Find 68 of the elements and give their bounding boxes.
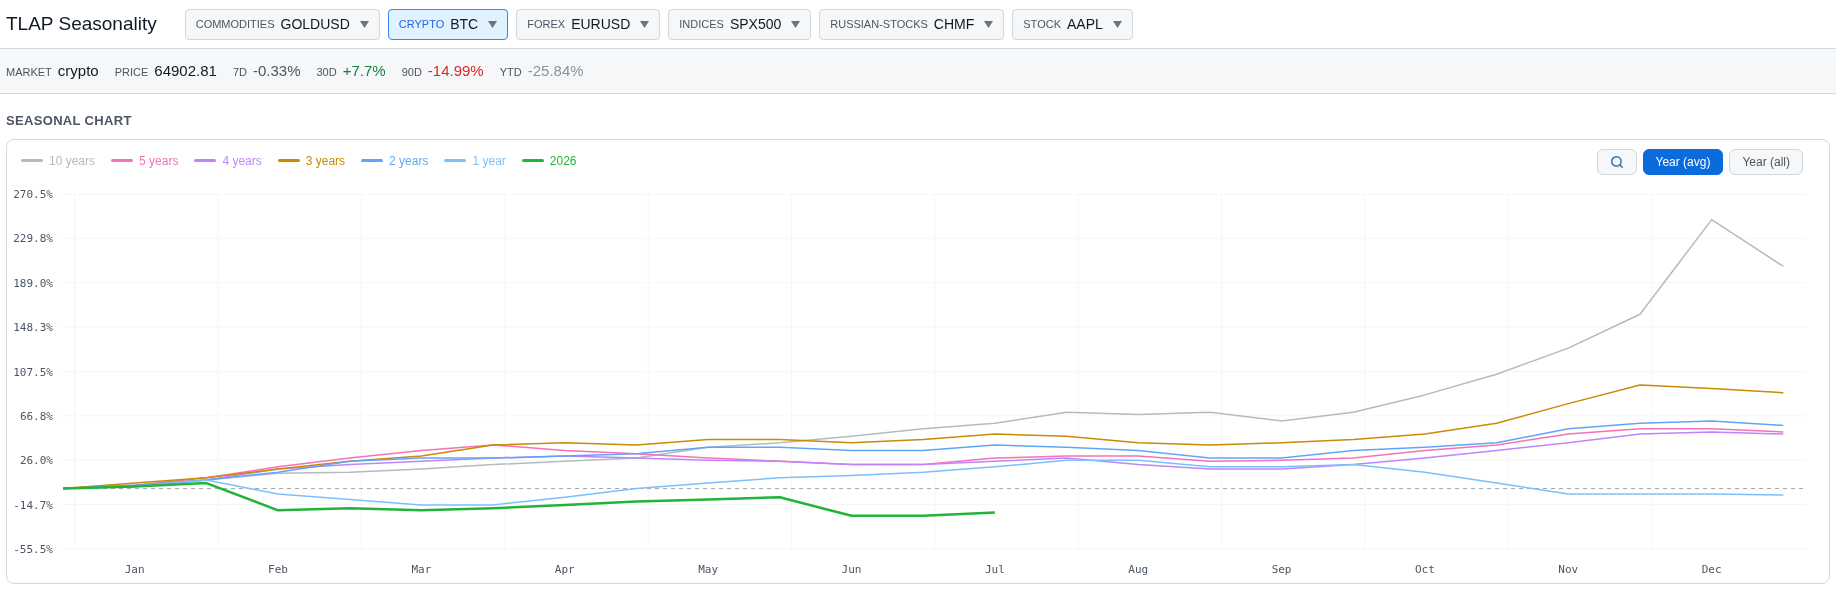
view-toggle-button[interactable]: Year (avg) [1642,148,1724,175]
x-axis-label: Jul [984,562,1005,576]
y-axis-label: -55.5% [13,542,53,556]
x-axis-label: May [698,562,719,576]
y-axis-label: 26.0% [19,453,53,467]
x-axis-label: Nov [1558,562,1579,576]
stat-value: -25.84% [527,60,584,81]
y-axis-label: 107.5% [13,365,53,378]
y-axis-label: 148.3% [13,320,53,334]
market-dropdown[interactable]: RUSSIAN-STOCKS CHMF [819,8,1005,40]
market-label: INDICES [679,16,724,32]
market-dropdown[interactable]: CRYPTO BTC [387,8,509,40]
stat-value: 64902.81 [154,60,217,81]
x-axis-label: Jan [124,562,145,576]
x-axis-label: Jun [841,562,862,576]
legend-item[interactable]: 2 years [361,151,429,170]
market-symbol: CHMF [933,14,975,34]
x-axis-label: Sep [1271,562,1292,576]
x-axis-label: Feb [268,562,288,576]
y-axis-label: 270.5% [13,187,53,201]
view-toggle-button[interactable]: Year (all) [1729,148,1803,175]
legend-item[interactable]: 5 years [111,151,179,170]
stat-label: MARKET [6,64,52,80]
market-dropdown[interactable]: STOCK AAPL [1012,8,1133,40]
caret-icon [984,20,994,28]
market-label: CRYPTO [398,16,445,32]
caret-icon [488,20,498,28]
stat-value: -14.99% [427,60,484,81]
market-dropdown[interactable]: FOREX EURUSD [516,8,661,40]
x-axis-label: Mar [411,562,432,576]
legend-item[interactable]: 2026 [521,151,577,170]
legend-item[interactable]: 4 years [194,151,262,170]
x-axis-label: Apr [554,562,575,576]
market-symbol: EURUSD [571,14,631,34]
x-axis-label: Dec [1701,562,1722,576]
search-icon [1609,154,1624,169]
caret-icon [791,20,801,28]
x-axis-label: Oct [1415,562,1435,576]
y-axis-label: -14.7% [13,498,53,512]
market-label: COMMODITIES [195,16,275,32]
stat-value: crypto [57,60,99,81]
market-label: FOREX [527,16,566,32]
stat-label: PRICE [114,64,149,80]
market-label: STOCK [1023,16,1061,32]
caret-icon [1112,20,1122,28]
market-dropdown[interactable]: COMMODITIES GOLDUSD [184,8,380,40]
stat-label: 90D [401,64,422,80]
y-axis-label: 189.0% [13,276,53,290]
market-dropdown[interactable]: INDICES SPX500 [668,8,812,40]
market-symbol: BTC [450,14,479,34]
caret-icon [359,20,369,28]
y-axis-label: 229.8% [13,231,53,245]
stat-value: +7.7% [342,60,386,81]
caret-icon [640,20,650,28]
stat-value: -0.33% [252,60,301,81]
x-axis-label: Aug [1128,562,1149,576]
stat-label: YTD [499,64,522,80]
search-button[interactable] [1596,148,1637,175]
market-label: RUSSIAN-STOCKS [830,16,928,32]
y-axis-label: 66.8% [19,409,53,423]
section-title: SEASONAL CHART [6,112,132,130]
market-symbol: GOLDUSD [280,14,350,34]
stat-label: 7D [232,64,247,80]
market-symbol: AAPL [1067,14,1103,34]
stat-label: 30D [316,64,337,80]
legend-item[interactable]: 3 years [277,151,346,170]
app-title: TLAP Seasonality [6,11,157,36]
market-symbol: SPX500 [729,14,782,34]
